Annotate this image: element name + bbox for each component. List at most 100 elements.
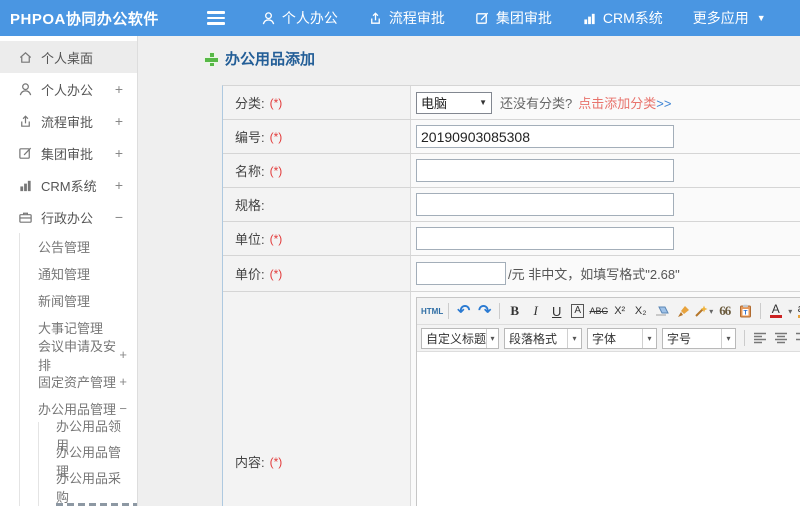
chevron-down-icon: ▾ (788, 306, 793, 316)
expand-plus-icon[interactable]: + (115, 177, 123, 193)
sidebar-item-admin-office[interactable]: 行政办公 − (0, 201, 137, 233)
form-row-name: 名称: (*) (223, 154, 800, 188)
html-source-button[interactable]: HTML (421, 301, 443, 322)
font-color-glyph: A (771, 302, 780, 316)
user-icon (261, 11, 276, 26)
sidebar-item-announcement-mgmt[interactable]: 公告管理 (20, 233, 137, 260)
expand-plus-icon[interactable]: + (119, 374, 127, 389)
nav-more-apps[interactable]: 更多应用 ▼ (693, 8, 766, 28)
editor-content-area[interactable] (417, 352, 800, 506)
chevron-down-icon: ▼ (756, 13, 766, 23)
sidebar-item-label: 大事记管理 (38, 321, 104, 336)
nav-crm-system[interactable]: CRM系统 (582, 8, 663, 28)
highlight-color-button[interactable]: ab (794, 301, 800, 322)
underline-button[interactable]: U (547, 301, 566, 322)
nav-label: 集团审批 (495, 10, 552, 26)
sidebar-item-label: CRM系统 (41, 178, 97, 194)
sidebar-item-personal-office[interactable]: 个人办公 + (0, 73, 137, 105)
paragraph-format-select[interactable]: 段落格式 ▾ (504, 327, 582, 349)
field-label: 单价: (*) (223, 256, 411, 291)
sidebar-item-label: 公告管理 (38, 240, 91, 255)
chevron-down-icon: ▾ (567, 328, 581, 348)
remove-format-eraser-button[interactable] (652, 301, 671, 322)
italic-button[interactable]: I (526, 301, 545, 322)
sidebar-item-workflow-approval[interactable]: 流程审批 + (0, 105, 137, 137)
required-marker: (*) (269, 129, 283, 144)
expand-plus-icon[interactable]: + (115, 145, 123, 161)
chevron-down-icon: ▼ (479, 98, 487, 107)
sidebar-item-meeting-request[interactable]: 会议申请及安排 + (20, 339, 137, 373)
sidebar-item-news-mgmt[interactable]: 新闻管理 (20, 287, 137, 314)
align-right-button[interactable] (792, 328, 800, 349)
unit-input[interactable] (416, 227, 674, 250)
undo-button[interactable]: ↶ (454, 301, 473, 322)
font-name-button[interactable]: A (568, 301, 587, 322)
sidebar-item-supplies-purchase[interactable]: 办公用品采购 (39, 471, 137, 505)
custom-title-select[interactable]: 自定义标题 ▾ (421, 327, 499, 349)
align-left-button[interactable] (750, 328, 769, 349)
sidebar-item-crm-system[interactable]: CRM系统 + (0, 169, 137, 201)
form-row-price: 单价: (*) /元 非中文，如填写格式"2.68" (223, 256, 800, 292)
select-value: 段落格式 (509, 331, 558, 346)
link-arrows: >> (656, 96, 672, 111)
main-content: 办公用品添加 分类: (*) 电脑 ▼ 还没有分类? 点击添加分类>> 编号: … (138, 36, 800, 506)
code-input[interactable] (416, 125, 674, 148)
superscript-button[interactable]: X² (610, 301, 629, 322)
nav-personal-office[interactable]: 个人办公 (261, 8, 338, 28)
sidebar-item-label: 固定资产管理 (38, 375, 117, 390)
font-family-select[interactable]: 字体 ▾ (587, 327, 657, 349)
expand-plus-icon[interactable]: + (119, 347, 127, 362)
add-category-link[interactable]: 点击添加分类>> (578, 93, 671, 112)
chevron-down-icon: ▾ (642, 328, 656, 348)
top-nav-items: 个人办公 流程审批 集团审批 CRM系统 更多应用 ▼ (261, 8, 766, 28)
field-label: 单位: (*) (223, 222, 411, 255)
nav-workflow-approval[interactable]: 流程审批 (368, 8, 445, 28)
name-input[interactable] (416, 159, 674, 182)
nav-group-approval[interactable]: 集团审批 (475, 8, 552, 28)
auto-typeset-wand-button[interactable]: ▾ (694, 301, 713, 322)
required-marker: (*) (269, 454, 283, 469)
rich-text-editor: HTML ↶ ↷ B I U A ABC X² X₂ ▾ 66 T A ▾ 自定… (416, 297, 800, 506)
spec-input[interactable] (416, 193, 674, 216)
sidebar-submenu-admin: 公告管理 通知管理 新闻管理 大事记管理 会议申请及安排 + 固定资产管理 + … (19, 233, 137, 506)
font-color-bar (769, 315, 782, 318)
share-up-icon (17, 113, 33, 129)
subscript-button[interactable]: X₂ (631, 301, 650, 322)
strikethrough-button[interactable]: ABC (589, 301, 608, 322)
format-brush-button[interactable] (673, 301, 692, 322)
font-name-glyph: A (571, 304, 585, 318)
paste-plain-text-button[interactable]: T (736, 301, 755, 322)
collapse-minus-icon[interactable]: − (115, 209, 123, 225)
blockquote-button[interactable]: 66 (715, 301, 734, 322)
collapse-minus-icon[interactable]: − (119, 401, 127, 416)
sidebar-item-fixed-assets[interactable]: 固定资产管理 + (20, 368, 137, 395)
editor-toolbar-row1: HTML ↶ ↷ B I U A ABC X² X₂ ▾ 66 T A ▾ (417, 298, 800, 325)
sidebar-item-group-approval[interactable]: 集团审批 + (0, 137, 137, 169)
hamburger-menu-icon[interactable] (206, 11, 227, 25)
align-center-button[interactable] (771, 328, 790, 349)
toolbar-separator (448, 303, 450, 319)
expand-plus-icon[interactable]: + (115, 81, 123, 97)
chevron-down-icon: ▾ (486, 328, 498, 348)
sidebar-item-personal-desktop[interactable]: 个人桌面 (0, 41, 137, 73)
category-hint: 还没有分类? (500, 96, 573, 111)
select-value: 字号 (667, 331, 692, 346)
sidebar-item-label: 会议申请及安排 (38, 338, 117, 373)
price-input[interactable] (416, 262, 506, 285)
nav-label: CRM系统 (602, 10, 663, 26)
font-color-button[interactable]: A (766, 301, 785, 322)
sidebar-submenu-office-supplies: 办公用品领用 办公用品管理 办公用品采购 (38, 419, 137, 506)
bar-chart-icon (17, 177, 33, 193)
sidebar-item-label: 个人办公 (41, 82, 94, 98)
label-text: 单价: (235, 267, 265, 282)
font-size-select[interactable]: 字号 ▾ (662, 327, 736, 349)
expand-plus-icon[interactable]: + (115, 113, 123, 129)
category-select[interactable]: 电脑 ▼ (416, 91, 492, 114)
sidebar-item-label: 办公用品采购 (56, 471, 122, 505)
redo-button[interactable]: ↷ (475, 301, 494, 322)
editor-toolbar-row2: 自定义标题 ▾ 段落格式 ▾ 字体 ▾ 字号 ▾ (417, 325, 800, 352)
sidebar-item-label: 集团审批 (41, 146, 94, 162)
bold-button[interactable]: B (505, 301, 524, 322)
edit-icon (475, 11, 490, 26)
sidebar-item-notice-mgmt[interactable]: 通知管理 (20, 260, 137, 287)
